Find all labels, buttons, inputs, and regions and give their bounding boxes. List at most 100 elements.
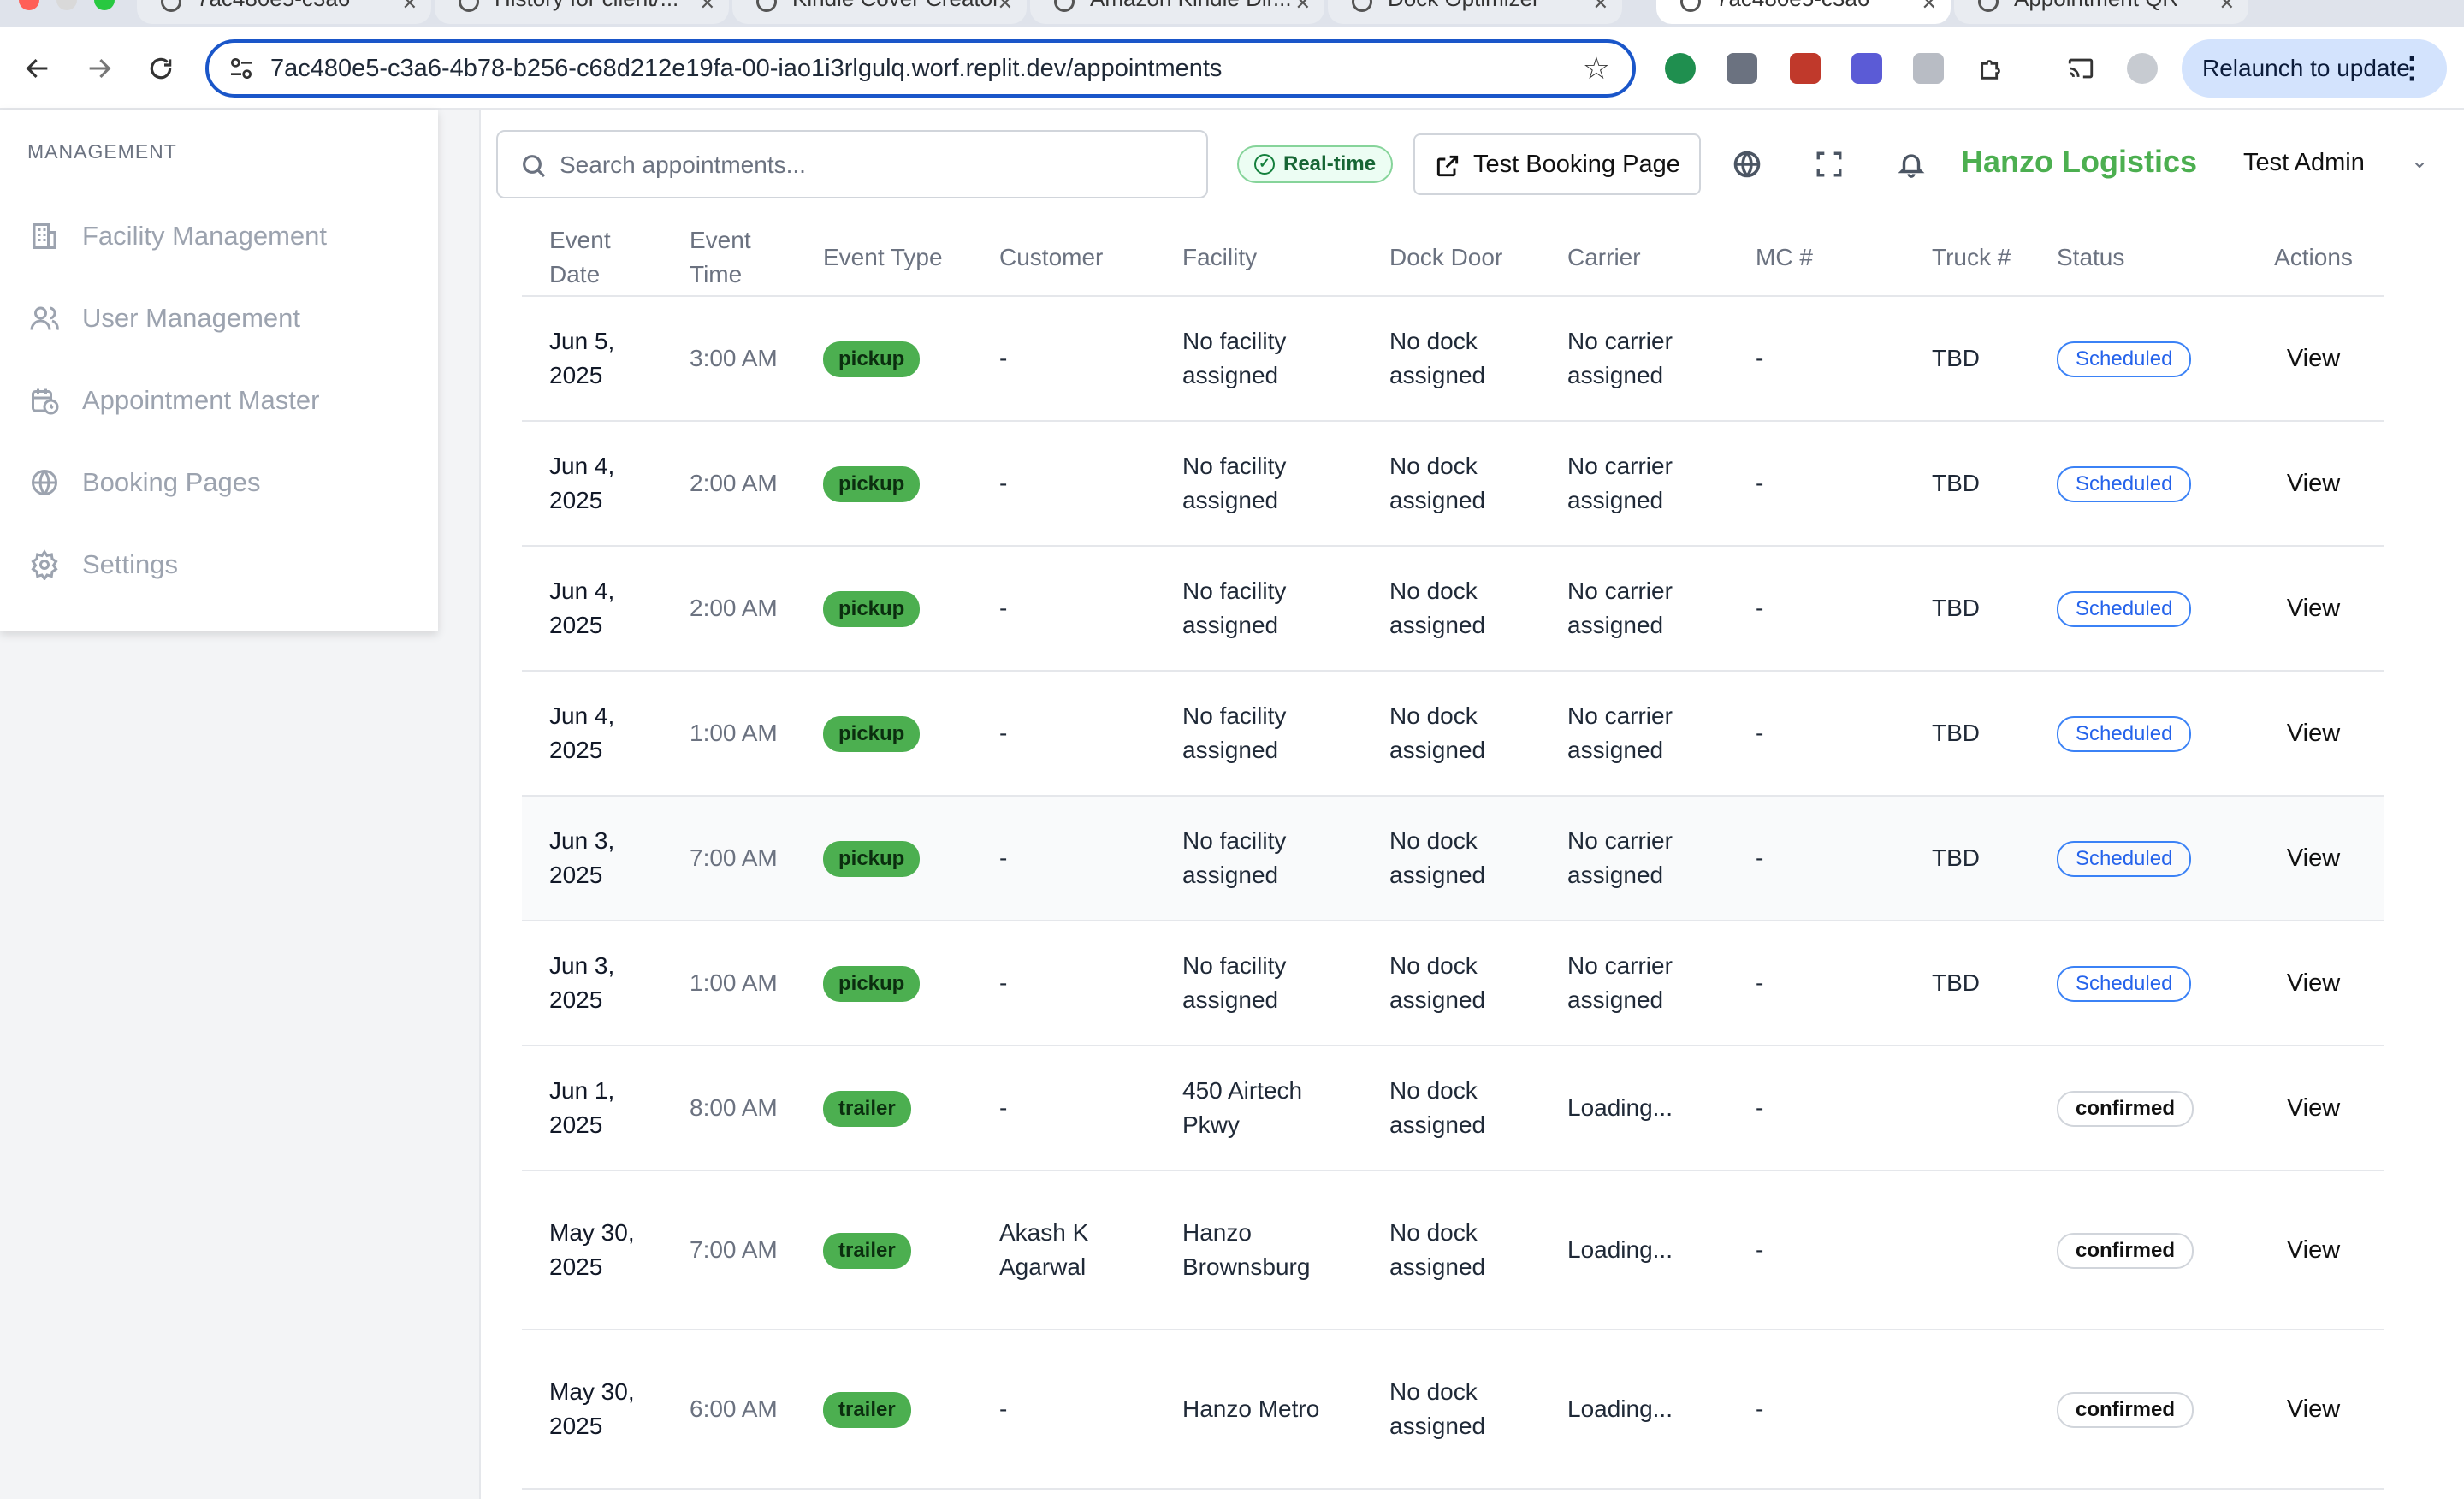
truck-number-cell: TBD	[1904, 421, 2029, 547]
grammarly-extension-icon[interactable]	[1665, 53, 1696, 84]
event-type-cell: pickup	[796, 296, 972, 422]
facility-cell: No facility assigned	[1155, 296, 1362, 422]
facility-cell: 450 Airtech Pkwy	[1155, 1046, 1362, 1171]
reload-icon[interactable]	[140, 48, 181, 89]
facility-cell: Hanzo Brownsburg	[1155, 1170, 1362, 1330]
event-type-cell: trailer	[796, 1170, 972, 1330]
mc-number-cell: -	[1728, 296, 1904, 422]
table-row[interactable]: Jun 1, 2025 8:00 AM trailer -450 Airtech Pk…	[522, 1046, 2384, 1171]
truck-number-cell	[1904, 1330, 2029, 1490]
status-cell: Scheduled	[2029, 671, 2243, 797]
close-icon[interactable]: ✕	[402, 0, 418, 21]
window-minimize-dot[interactable]	[56, 0, 77, 10]
password-extension-icon[interactable]	[1790, 53, 1821, 84]
sidebar-item-facility-management[interactable]: Facility Management	[27, 210, 327, 262]
view-action-link[interactable]: View	[2243, 921, 2384, 1046]
event-date-cell: Jun 4, 2025	[522, 546, 662, 672]
test-booking-page-button[interactable]: Test Booking Page	[1413, 133, 1701, 195]
browser-tab-active[interactable]: 7ac480e5-c3a6✕	[1656, 0, 1951, 24]
view-action-link[interactable]: View	[2243, 1170, 2384, 1330]
truck-number-cell: TBD	[1904, 296, 2029, 422]
extensions-puzzle-icon[interactable]	[1971, 48, 2012, 89]
extension-icon[interactable]	[1913, 53, 1944, 84]
table-row[interactable]: Jun 5, 2025 3:00 AM pickup - No facility ass…	[522, 296, 2384, 422]
browser-tab[interactable]: Kindle Cover Creator✕	[732, 0, 1027, 24]
globe-icon	[161, 0, 181, 12]
address-bar[interactable]: 7ac480e5-c3a6-4b78-b256-c68d212e19fa-00-…	[205, 39, 1636, 98]
close-icon[interactable]: ✕	[1295, 0, 1311, 21]
close-icon[interactable]: ✕	[2219, 0, 2235, 21]
sidebar-item-settings[interactable]: Settings	[27, 539, 178, 590]
language-globe-icon[interactable]	[1727, 144, 1768, 185]
notification-bell-icon[interactable]	[1891, 144, 1932, 185]
table-row[interactable]: May 30, 2025 7:00 AM trailer Akash K Agarwa…	[522, 1170, 2384, 1330]
carrier-cell: No carrier assigned	[1540, 546, 1728, 672]
status-badge: Scheduled	[2057, 465, 2192, 502]
main-content: ✓ Real-time Test Booking Page Hanzo Logi…	[479, 110, 2464, 1499]
event-type-cell: pickup	[796, 796, 972, 921]
relaunch-button[interactable]: Relaunch to update ⋮	[2182, 39, 2447, 98]
search-icon	[523, 155, 546, 178]
sidebar-item-booking-pages[interactable]: Booking Pages	[27, 457, 261, 508]
url-text[interactable]: 7ac480e5-c3a6-4b78-b256-c68d212e19fa-00-…	[270, 43, 1222, 94]
back-icon[interactable]	[17, 48, 58, 89]
dock-door-cell: No dock assigned	[1362, 1170, 1540, 1330]
status-cell: Scheduled	[2029, 421, 2243, 547]
search-input[interactable]	[560, 144, 1193, 187]
amazon-icon	[1054, 0, 1075, 12]
forward-icon[interactable]	[79, 48, 120, 89]
view-action-link[interactable]: View	[2243, 1330, 2384, 1490]
status-badge: Scheduled	[2057, 341, 2192, 377]
column-header: Dock Door	[1362, 219, 1540, 297]
browser-tab[interactable]: 7ac480e5-c3a6✕	[137, 0, 431, 24]
mc-number-cell: -	[1728, 1046, 1904, 1171]
browser-tab[interactable]: Dock Optimizer✕	[1328, 0, 1622, 24]
profile-avatar-icon[interactable]	[2127, 53, 2158, 84]
bookmark-star-icon[interactable]: ☆	[1583, 51, 1610, 86]
carrier-cell: No carrier assigned	[1540, 296, 1728, 422]
view-action-link[interactable]: View	[2243, 1046, 2384, 1171]
view-action-link[interactable]: View	[2243, 421, 2384, 547]
table-row[interactable]: May 30, 2025 6:00 AM trailer - Hanzo Metro No…	[522, 1330, 2384, 1490]
close-icon[interactable]: ✕	[1593, 0, 1608, 21]
table-row[interactable]: Jun 4, 2025 2:00 AM pickup - No facility ass…	[522, 421, 2384, 547]
cast-icon[interactable]	[2060, 48, 2101, 89]
site-settings-icon[interactable]	[226, 55, 257, 82]
browser-tab[interactable]: Amazon Kindle Dir...✕	[1030, 0, 1324, 24]
user-menu[interactable]: Test Admin ⌄	[2243, 149, 2428, 177]
event-date-cell: Jun 5, 2025	[522, 296, 662, 422]
event-type-badge: pickup	[823, 341, 921, 377]
close-icon[interactable]: ✕	[700, 0, 715, 21]
view-action-link[interactable]: View	[2243, 671, 2384, 797]
extension-icon[interactable]	[1851, 53, 1882, 84]
sidebar-item-appointment-master[interactable]: Appointment Master	[27, 375, 319, 426]
event-date-cell: May 30, 2025	[522, 1170, 662, 1330]
customer-cell: -	[972, 296, 1155, 422]
fullscreen-icon[interactable]	[1809, 144, 1850, 185]
window-zoom-dot[interactable]	[94, 0, 115, 10]
table-row[interactable]: Jun 3, 2025 1:00 AM pickup - No facility ass…	[522, 921, 2384, 1046]
check-circle-icon: ✓	[1254, 154, 1275, 175]
mc-number-cell: -	[1728, 921, 1904, 1046]
view-action-link[interactable]: View	[2243, 296, 2384, 422]
status-badge: Scheduled	[2057, 840, 2192, 877]
view-action-link[interactable]: View	[2243, 546, 2384, 672]
event-time-cell: 2:00 AM	[662, 546, 796, 672]
window-close-dot[interactable]	[19, 0, 39, 10]
table-row[interactable]: Jun 4, 2025 1:00 AM pickup - No facility ass…	[522, 671, 2384, 797]
browser-tab[interactable]: Appointment QR✕	[1954, 0, 2248, 24]
dock-door-cell: No dock assigned	[1362, 546, 1540, 672]
close-icon[interactable]: ✕	[998, 0, 1013, 21]
table-row[interactable]: Jun 4, 2025 2:00 AM pickup - No facility ass…	[522, 546, 2384, 672]
user-name: Test Admin	[2243, 149, 2365, 176]
browser-tab[interactable]: History for client/...✕	[435, 0, 729, 24]
facility-cell: Hanzo Metro	[1155, 1330, 1362, 1490]
table-row[interactable]: Jun 3, 2025 7:00 AM pickup - No facility ass…	[522, 796, 2384, 921]
carrier-cell: No carrier assigned	[1540, 796, 1728, 921]
sidebar-item-user-management[interactable]: User Management	[27, 293, 300, 344]
view-action-link[interactable]: View	[2243, 796, 2384, 921]
close-icon[interactable]: ✕	[1922, 0, 1937, 21]
browser-menu-icon[interactable]: ⋮	[2397, 39, 2426, 98]
search-box[interactable]	[496, 130, 1208, 198]
extension-icon[interactable]	[1727, 53, 1757, 84]
